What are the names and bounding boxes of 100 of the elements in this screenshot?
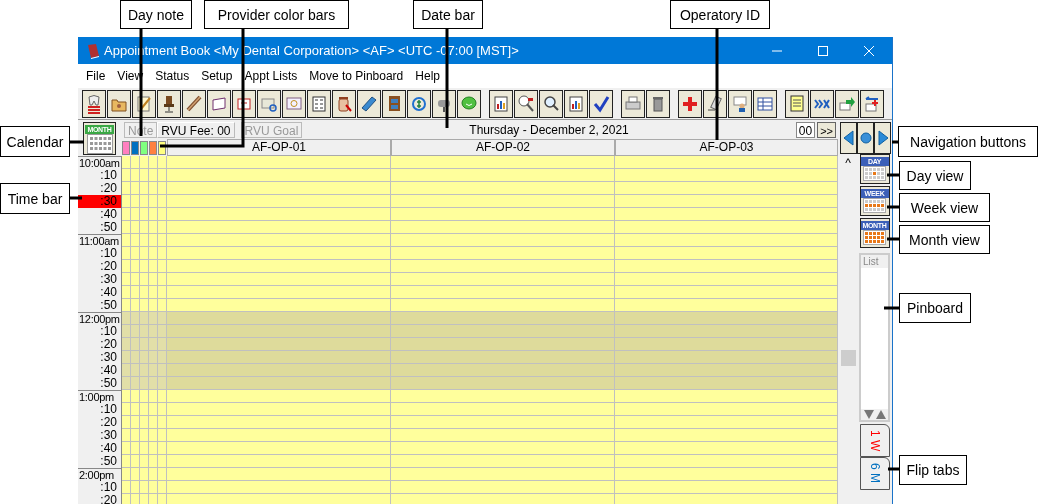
time-slot[interactable] [149, 208, 158, 221]
time-slot[interactable] [391, 377, 615, 390]
time-slot[interactable] [167, 325, 391, 338]
time-slot[interactable] [391, 364, 615, 377]
time-slot[interactable] [131, 299, 140, 312]
time-slot[interactable] [140, 260, 149, 273]
time-slot[interactable] [158, 429, 167, 442]
toolbar-button[interactable] [182, 89, 206, 118]
time-slot[interactable] [167, 442, 391, 455]
time-slot[interactable] [615, 390, 838, 403]
time-slot[interactable] [131, 429, 140, 442]
menu-item[interactable]: Appt Lists [238, 69, 304, 83]
time-slot[interactable] [131, 481, 140, 494]
toolbar-button[interactable] [107, 89, 131, 118]
time-slot[interactable] [149, 364, 158, 377]
time-slot[interactable] [140, 390, 149, 403]
time-slot[interactable] [167, 260, 391, 273]
time-slot[interactable] [158, 247, 167, 260]
time-slot[interactable] [167, 299, 391, 312]
time-slot[interactable] [122, 351, 131, 364]
time-slot[interactable] [122, 169, 131, 182]
time-slot[interactable] [167, 481, 391, 494]
time-slot[interactable] [615, 468, 838, 481]
time-slot[interactable] [140, 156, 149, 169]
time-slot[interactable] [131, 338, 140, 351]
time-slot[interactable] [122, 312, 131, 325]
time-slot[interactable] [131, 221, 140, 234]
time-slot[interactable] [615, 364, 838, 377]
time-slot[interactable] [140, 377, 149, 390]
time-slot[interactable] [391, 325, 615, 338]
time-slot[interactable] [391, 468, 615, 481]
time-slot[interactable] [140, 442, 149, 455]
time-slot[interactable] [391, 390, 615, 403]
time-slot[interactable] [391, 247, 615, 260]
time-slot[interactable] [391, 260, 615, 273]
time-slot[interactable] [391, 494, 615, 504]
time-slot[interactable] [131, 169, 140, 182]
time-slot[interactable] [140, 195, 149, 208]
time-slot[interactable] [167, 286, 391, 299]
time-slot[interactable] [391, 182, 615, 195]
time-slot[interactable] [615, 208, 838, 221]
time-slot[interactable] [158, 416, 167, 429]
time-slot[interactable] [140, 494, 149, 504]
time-slot[interactable] [131, 325, 140, 338]
time-slot[interactable] [615, 442, 838, 455]
time-slot[interactable] [149, 442, 158, 455]
toolbar-button[interactable] [646, 89, 670, 118]
time-slot[interactable] [391, 208, 615, 221]
time-slot[interactable] [615, 221, 838, 234]
time-slot[interactable] [158, 325, 167, 338]
toolbar-button[interactable] [282, 89, 306, 118]
time-slot[interactable] [391, 455, 615, 468]
time-slot[interactable] [158, 260, 167, 273]
time-slot[interactable] [615, 455, 838, 468]
time-slot[interactable] [391, 403, 615, 416]
flip-tab[interactable]: 1 W [859, 424, 890, 457]
time-slot[interactable] [149, 299, 158, 312]
time-slot[interactable] [391, 351, 615, 364]
time-slot[interactable] [391, 481, 615, 494]
toolbar-button[interactable] [728, 89, 752, 118]
time-slot[interactable] [158, 481, 167, 494]
time-slot[interactable] [391, 299, 615, 312]
toolbar-button[interactable] [785, 89, 809, 118]
time-slot[interactable] [122, 364, 131, 377]
time-slot[interactable] [149, 325, 158, 338]
time-slot[interactable] [391, 429, 615, 442]
toolbar-button[interactable] [514, 89, 538, 118]
time-slot[interactable] [149, 195, 158, 208]
navigation-button[interactable] [874, 122, 891, 154]
time-slot[interactable] [158, 377, 167, 390]
time-slot[interactable] [615, 169, 838, 182]
time-slot[interactable] [391, 273, 615, 286]
time-slot[interactable] [149, 247, 158, 260]
time-slot[interactable] [131, 364, 140, 377]
time-slot[interactable] [158, 286, 167, 299]
time-slot[interactable] [615, 338, 838, 351]
time-slot[interactable] [131, 442, 140, 455]
time-slot[interactable] [615, 377, 838, 390]
time-slot[interactable] [122, 403, 131, 416]
time-slot[interactable] [140, 234, 149, 247]
time-slot[interactable] [167, 312, 391, 325]
time-slot[interactable] [122, 195, 131, 208]
up-triangle-icon[interactable] [875, 410, 886, 419]
time-slot[interactable] [131, 247, 140, 260]
toolbar-button[interactable] [539, 89, 563, 118]
time-slot[interactable] [158, 169, 167, 182]
time-slot[interactable] [391, 169, 615, 182]
time-slot[interactable] [122, 299, 131, 312]
time-slot[interactable] [158, 390, 167, 403]
time-slot[interactable] [615, 351, 838, 364]
time-slot[interactable] [122, 481, 131, 494]
time-slot[interactable] [122, 390, 131, 403]
time-slot[interactable] [149, 182, 158, 195]
menu-item[interactable]: File [80, 69, 112, 83]
time-slot[interactable] [149, 390, 158, 403]
menu-item[interactable]: Setup [195, 69, 239, 83]
time-slot[interactable] [158, 338, 167, 351]
time-slot[interactable] [140, 221, 149, 234]
time-slot[interactable] [615, 403, 838, 416]
maximize-icon[interactable] [817, 44, 829, 57]
